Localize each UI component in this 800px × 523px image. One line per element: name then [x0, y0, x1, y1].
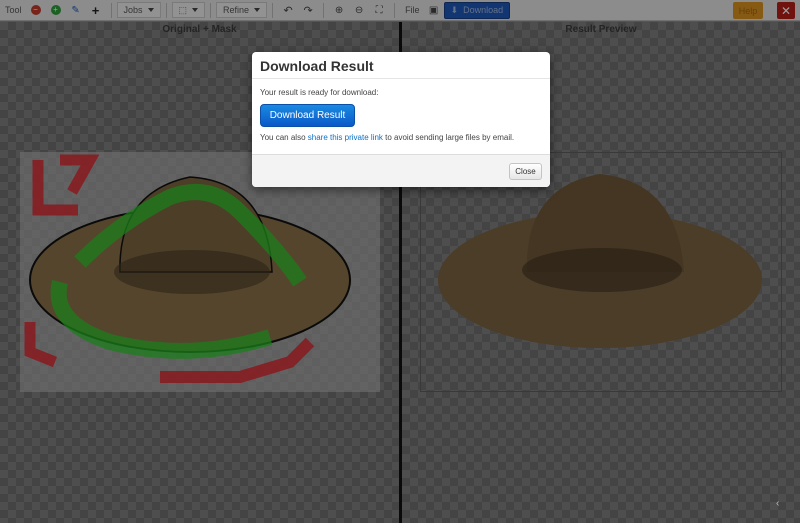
- dialog-footer: Close: [252, 154, 550, 187]
- share-text-after: to avoid sending large files by email.: [382, 133, 515, 142]
- download-result-dialog: Download Result Your result is ready for…: [252, 52, 550, 187]
- share-message: You can also share this private link to …: [260, 133, 542, 142]
- share-text-before: You can also: [260, 133, 308, 142]
- dialog-body: Your result is ready for download: Downl…: [252, 79, 550, 142]
- share-private-link[interactable]: share this private link: [308, 133, 383, 142]
- chevron-left-icon[interactable]: ‹: [776, 498, 779, 509]
- ready-message: Your result is ready for download:: [260, 88, 379, 97]
- close-button[interactable]: Close: [509, 163, 542, 180]
- download-result-button[interactable]: Download Result: [260, 104, 355, 127]
- dialog-header: Download Result: [252, 52, 550, 79]
- dialog-title: Download Result: [260, 58, 374, 74]
